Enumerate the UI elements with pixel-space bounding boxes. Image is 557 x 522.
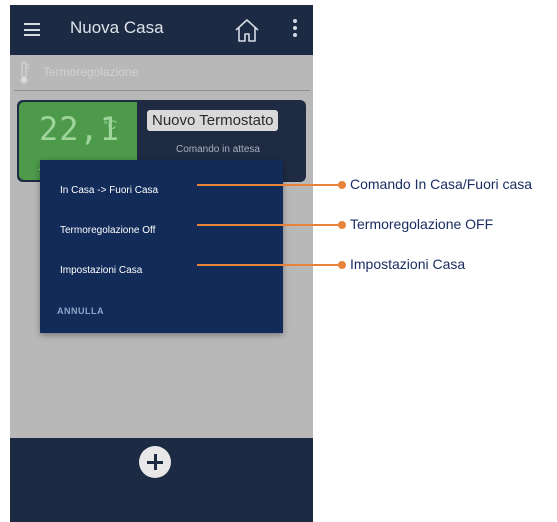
cancel-button[interactable]: ANNULLA [57,306,104,316]
callout-label-home-away: Comando In Casa/Fuori casa [350,176,533,192]
add-button[interactable] [139,446,171,478]
thermostat-status: Comando in attesa [176,144,260,155]
more-vert-icon[interactable] [292,19,298,41]
section-divider [14,90,310,91]
section-header: Termoregolazione [10,57,313,91]
callout-dot-thermoregulation-off [338,221,346,229]
thermostat-name: Nuovo Termostato [147,110,279,131]
section-label: Termoregolazione [43,65,139,79]
callout-label-thermoregulation-off: Termoregolazione OFF [350,216,494,232]
app-bar: Nuova Casa [10,5,313,55]
callout-line-thermoregulation-off [197,224,342,226]
callout-dot-home-settings [338,261,346,269]
app-title: Nuova Casa [70,18,164,37]
temperature-unit: °C [103,118,117,132]
hamburger-menu-icon[interactable] [24,23,40,36]
dialog-item-home-settings[interactable]: Impostazioni Casa [60,265,142,276]
dialog-item-thermoregulation-off[interactable]: Termoregolazione Off [60,225,155,236]
callout-line-home-away [197,184,342,186]
home-icon[interactable] [232,15,262,45]
dialog-item-home-away[interactable]: In Casa -> Fuori Casa [60,185,158,196]
callout-dot-home-away [338,181,346,189]
thermometer-icon [20,61,29,84]
callout-line-home-settings [197,264,342,266]
callout-label-home-settings: Impostazioni Casa [350,256,466,272]
